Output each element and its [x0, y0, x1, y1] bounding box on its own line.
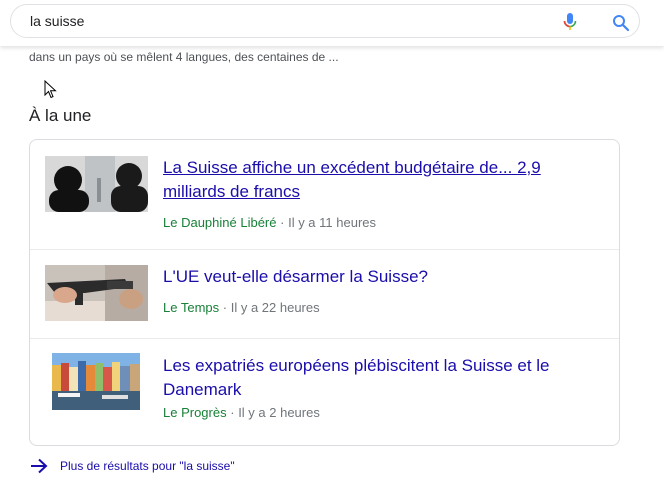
story-thumbnail[interactable] — [45, 265, 148, 321]
arrow-right-icon — [29, 458, 49, 474]
top-stories-card: La Suisse affiche un excédent budgétaire… — [29, 139, 620, 446]
story-title-link[interactable]: La Suisse affiche un excédent budgétaire… — [163, 156, 593, 204]
result-snippet: dans un pays où se mêlent 4 langues, des… — [29, 50, 339, 64]
mic-icon[interactable] — [563, 13, 577, 31]
more-results-link[interactable]: Plus de résultats pour "la suisse" — [29, 456, 235, 476]
story-source: Le Dauphiné Libéré — [163, 215, 277, 230]
story-title-link[interactable]: Les expatriés européens plébiscitent la … — [163, 354, 593, 402]
story-meta: Le Progrès · Il y a 2 heures — [163, 405, 320, 420]
meta-separator: · — [280, 215, 285, 230]
story-source: Le Progrès — [163, 405, 227, 420]
search-header — [0, 0, 664, 46]
meta-separator: · — [230, 405, 235, 420]
story-thumbnail[interactable] — [45, 156, 148, 212]
news-story[interactable]: L'UE veut-elle désarmer la Suisse? Le Te… — [30, 249, 619, 338]
more-results-label[interactable]: Plus de résultats pour "la suisse" — [60, 459, 235, 473]
news-story[interactable]: La Suisse affiche un excédent budgétaire… — [30, 140, 619, 249]
story-time: Il y a 22 heures — [230, 300, 320, 315]
news-story[interactable]: Les expatriés européens plébiscitent la … — [30, 338, 619, 445]
meta-separator: · — [222, 300, 228, 315]
story-thumbnail[interactable] — [52, 353, 140, 410]
top-stories-heading: À la une — [29, 106, 92, 125]
story-meta: Le Dauphiné Libéré · Il y a 11 heures — [163, 215, 376, 230]
search-input[interactable] — [30, 13, 550, 29]
story-time: Il y a 11 heures — [288, 215, 376, 230]
story-time: Il y a 2 heures — [238, 405, 320, 420]
search-icon[interactable] — [612, 14, 630, 32]
mouse-cursor-icon — [44, 79, 58, 100]
story-title-link[interactable]: L'UE veut-elle désarmer la Suisse? — [163, 265, 593, 289]
story-source: Le Temps — [163, 300, 220, 315]
story-meta: Le Temps · Il y a 22 heures — [163, 300, 320, 315]
search-box[interactable] — [10, 4, 640, 38]
